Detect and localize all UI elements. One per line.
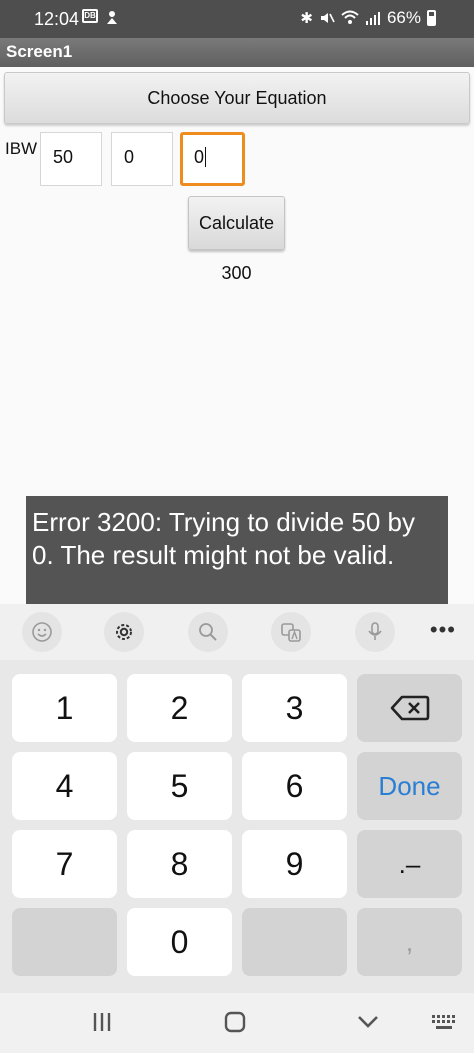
calculate-button[interactable]: Calculate: [188, 196, 285, 250]
ibw-input-3-value: 0: [194, 147, 205, 167]
key-2[interactable]: 2: [127, 674, 232, 742]
key-5[interactable]: 5: [127, 752, 232, 820]
ibw-input-3[interactable]: 0: [180, 132, 245, 186]
error-toast: Error 3200: Trying to divide 50 by 0. Th…: [26, 496, 448, 610]
decimal-minus-key[interactable]: .–: [357, 830, 462, 898]
key-9[interactable]: 9: [242, 830, 347, 898]
signal-icon: [365, 12, 380, 25]
status-left-icons: DB: [82, 9, 120, 25]
ibw-input-2[interactable]: 0: [111, 132, 173, 186]
status-bar: 12:04 DB ✱ 66%: [0, 0, 474, 38]
mute-icon: [320, 13, 335, 23]
bluetooth-icon: ✱: [300, 10, 313, 27]
emoji-icon[interactable]: [22, 612, 62, 652]
battery-percent: 66%: [386, 8, 421, 27]
ibw-input-1[interactable]: 50: [40, 132, 102, 186]
blank-key-left: [12, 908, 117, 976]
more-options-icon[interactable]: •••: [430, 617, 456, 643]
status-time: 12:04: [34, 9, 80, 29]
battery-icon: [427, 10, 436, 26]
text-caret: [205, 147, 207, 167]
comma-key[interactable]: ,: [357, 908, 462, 976]
keyboard-switch-icon[interactable]: [428, 1007, 460, 1037]
key-0[interactable]: 0: [127, 908, 232, 976]
choose-equation-button[interactable]: Choose Your Equation: [4, 72, 470, 124]
home-icon[interactable]: [219, 1007, 251, 1037]
microphone-icon[interactable]: [355, 612, 395, 652]
key-4[interactable]: 4: [12, 752, 117, 820]
error-toast-message: Error 3200: Trying to divide 50 by 0. Th…: [32, 507, 415, 570]
result-text: 300: [221, 263, 252, 283]
back-down-chevron-icon[interactable]: [352, 1007, 384, 1037]
translate-icon[interactable]: [271, 612, 311, 652]
numeric-keyboard: 1 2 3 4 5 6 Done 7 8 9 .– 0 ,: [0, 660, 474, 993]
blank-key-right: [242, 908, 347, 976]
key-3[interactable]: 3: [242, 674, 347, 742]
keyboard-toolbar: •••: [0, 604, 474, 660]
notification-box-icon: DB: [82, 9, 98, 23]
system-nav-bar: [0, 993, 474, 1053]
key-8[interactable]: 8: [127, 830, 232, 898]
app-notification-icon: [107, 11, 117, 24]
backspace-key[interactable]: [357, 674, 462, 742]
key-6[interactable]: 6: [242, 752, 347, 820]
key-7[interactable]: 7: [12, 830, 117, 898]
wifi-icon: [341, 10, 359, 24]
status-right-icons: ✱ 66%: [300, 8, 436, 28]
search-icon[interactable]: [188, 612, 228, 652]
backspace-icon: [390, 695, 429, 721]
recent-apps-icon[interactable]: [86, 1007, 118, 1037]
key-1[interactable]: 1: [12, 674, 117, 742]
done-key[interactable]: Done: [357, 752, 462, 820]
app-title-bar: Screen1: [0, 38, 474, 67]
ibw-label: IBW: [5, 139, 38, 158]
screen-title: Screen1: [6, 42, 73, 61]
settings-icon[interactable]: [104, 612, 144, 652]
